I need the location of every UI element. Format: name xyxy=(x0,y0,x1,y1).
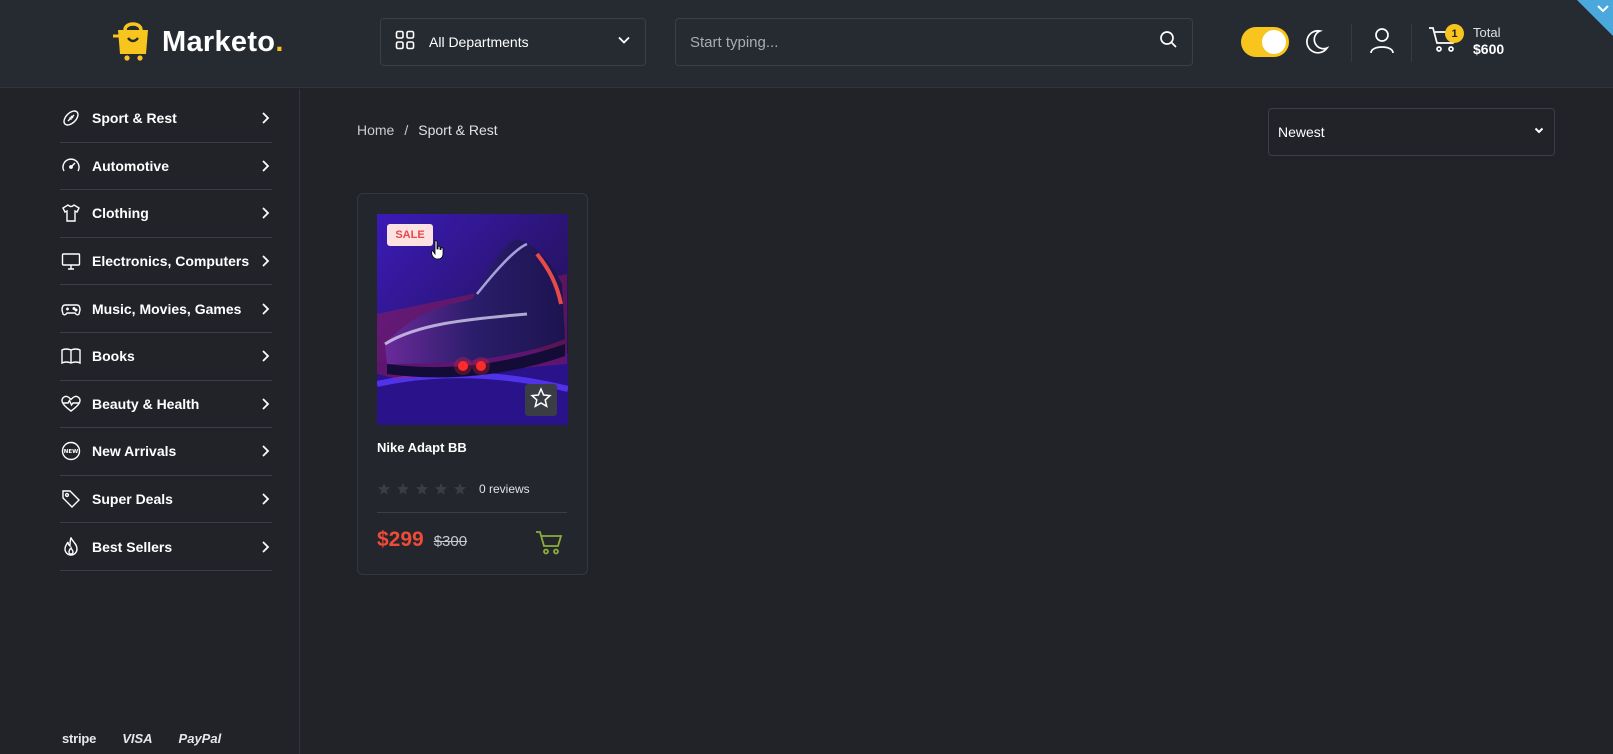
logo-text: Marketo. xyxy=(162,26,284,58)
sale-badge: SALE xyxy=(387,224,433,246)
heart-pulse-icon xyxy=(60,393,82,415)
product-card: SALE Nike Adapt BB 0 reviews $299 $300 xyxy=(357,193,588,575)
chevron-right-icon xyxy=(258,397,272,411)
grid-icon xyxy=(395,30,415,55)
chevron-right-icon xyxy=(258,444,272,458)
toggle-knob xyxy=(1262,30,1286,54)
header-divider xyxy=(1351,24,1352,62)
sort-select[interactable]: Newest xyxy=(1268,108,1555,156)
price-current: $299 xyxy=(377,528,424,551)
departments-dropdown[interactable]: All Departments xyxy=(380,18,646,66)
sidebar-item-beauty-health[interactable]: Beauty & Health xyxy=(60,381,272,429)
sidebar-item-new-arrivals[interactable]: NEW New Arrivals xyxy=(60,428,272,476)
add-to-cart-button[interactable] xyxy=(535,528,563,561)
sidebar-item-label: Super Deals xyxy=(92,491,173,508)
chevron-down-icon xyxy=(1533,123,1545,141)
chevron-right-icon xyxy=(258,206,272,220)
search-icon[interactable] xyxy=(1159,30,1178,54)
logo[interactable]: Marketo. xyxy=(112,18,284,67)
sidebar-item-music-movies-games[interactable]: Music, Movies, Games xyxy=(60,285,272,333)
product-rating: 0 reviews xyxy=(377,482,530,496)
breadcrumb-separator: / xyxy=(404,122,409,138)
chevron-down-icon xyxy=(617,33,631,52)
sidebar-item-label: Best Sellers xyxy=(92,538,173,555)
cart-total[interactable]: Total $600 xyxy=(1473,24,1504,58)
football-icon xyxy=(60,107,82,129)
category-list: Sport & Rest Automotive Clothing Electronic… xyxy=(60,95,272,571)
star-icon xyxy=(530,386,552,414)
rating-stars-icon xyxy=(378,483,466,495)
wishlist-button[interactable] xyxy=(525,384,557,416)
sort-selected: Newest xyxy=(1278,124,1325,140)
search-box xyxy=(675,18,1193,66)
flame-icon xyxy=(60,536,82,558)
cart-add-icon xyxy=(535,531,563,560)
breadcrumb-current: Sport & Rest xyxy=(418,122,498,138)
sidebar-item-label: Music, Movies, Games xyxy=(92,300,242,317)
breadcrumb: Home / Sport & Rest xyxy=(357,122,498,138)
chevron-down-icon xyxy=(1596,2,1610,21)
sidebar-item-automotive[interactable]: Automotive xyxy=(60,143,272,191)
chevron-right-icon xyxy=(258,540,272,554)
sidebar-item-best-sellers[interactable]: Best Sellers xyxy=(60,523,272,571)
header-divider xyxy=(1411,24,1412,62)
stripe-logo: stripe xyxy=(62,731,97,746)
breadcrumb-home[interactable]: Home xyxy=(357,122,394,138)
shopping-bag-icon xyxy=(112,18,154,67)
moon-icon[interactable] xyxy=(1303,28,1330,61)
chevron-right-icon xyxy=(258,302,272,316)
product-title[interactable]: Nike Adapt BB xyxy=(377,440,467,455)
chevron-right-icon xyxy=(258,254,272,268)
chevron-right-icon xyxy=(258,111,272,125)
monitor-icon xyxy=(60,250,82,272)
sidebar: Sport & Rest Automotive Clothing Electronic… xyxy=(0,89,300,754)
svg-text:NEW: NEW xyxy=(64,450,78,456)
visa-logo: VISA xyxy=(122,731,153,746)
chevron-right-icon xyxy=(258,492,272,506)
sidebar-item-label: Beauty & Health xyxy=(92,395,200,412)
card-divider xyxy=(377,512,567,513)
departments-label: All Departments xyxy=(429,34,529,50)
total-label: Total xyxy=(1473,25,1501,40)
book-icon xyxy=(60,345,82,367)
sidebar-item-label: Books xyxy=(92,348,135,365)
chevron-right-icon xyxy=(258,349,272,363)
total-value: $600 xyxy=(1473,41,1505,57)
sidebar-item-label: Clothing xyxy=(92,205,149,222)
review-count: 0 reviews xyxy=(479,482,530,496)
sidebar-item-label: Automotive xyxy=(92,157,169,174)
speedometer-icon xyxy=(60,155,82,177)
payment-methods: stripe VISA PayPal xyxy=(62,731,221,746)
tag-icon xyxy=(60,488,82,510)
chevron-right-icon xyxy=(258,159,272,173)
sidebar-item-clothing[interactable]: Clothing xyxy=(60,190,272,238)
tshirt-icon xyxy=(60,202,82,224)
sidebar-item-label: Electronics, Computers xyxy=(92,253,250,270)
sidebar-item-electronics-computers[interactable]: Electronics, Computers xyxy=(60,238,272,286)
product-price: $299 $300 xyxy=(377,528,467,552)
gamepad-icon xyxy=(60,298,82,320)
user-icon[interactable] xyxy=(1369,27,1395,60)
search-input[interactable] xyxy=(690,33,1159,51)
cart-count-badge: 1 xyxy=(1445,24,1464,43)
header: Marketo. All Departments 1 Total $600 xyxy=(0,0,1613,88)
sidebar-item-books[interactable]: Books xyxy=(60,333,272,381)
paypal-logo: PayPal xyxy=(178,731,222,746)
new-badge-icon: NEW xyxy=(60,440,82,462)
theme-toggle[interactable] xyxy=(1241,27,1289,57)
price-old: $300 xyxy=(433,533,468,550)
sidebar-item-label: New Arrivals xyxy=(92,443,177,460)
sidebar-item-label: Sport & Rest xyxy=(92,110,177,127)
hand-cursor-icon xyxy=(431,240,445,265)
sidebar-item-super-deals[interactable]: Super Deals xyxy=(60,476,272,524)
product-image[interactable]: SALE xyxy=(377,214,568,425)
sidebar-item-sport-rest[interactable]: Sport & Rest xyxy=(60,95,272,143)
